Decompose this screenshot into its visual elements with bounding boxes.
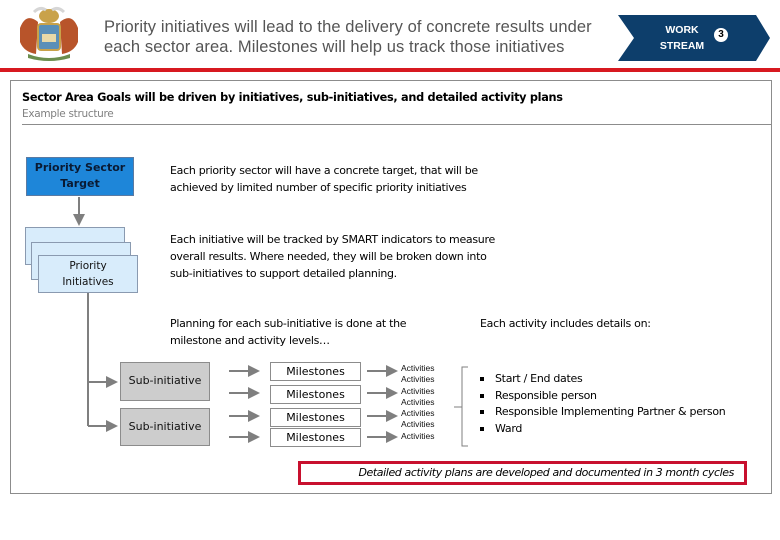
description-line: Planning for each sub-initiative is done… [170,317,407,330]
initiatives-box-line1: Priority [69,260,107,272]
target-description: Each priority sector will have a concret… [170,162,550,196]
planning-description: Planning for each sub-initiative is done… [170,315,460,349]
activity-item: Activities [401,374,435,385]
priority-initiatives-box: Priority Initiatives [38,255,138,293]
activity-detail-item: Responsible person [478,388,725,405]
activity-item: Activities [401,385,435,396]
activity-item: Activities [401,419,435,430]
initiatives-box-line2: Initiatives [62,276,114,288]
cycle-callout: Detailed activity plans are developed an… [298,461,747,485]
description-line: overall results. Where needed, they will… [170,250,487,263]
sub-initiative-box: Sub-initiative [120,408,210,446]
activity-detail-item: Ward [478,421,725,438]
activity-item: Activities [401,363,435,373]
activity-detail-item: Start / End dates [478,371,725,388]
milestone-box: Milestones [270,428,361,447]
milestone-box: Milestones [270,408,361,427]
initiative-description: Each initiative will be tracked by SMART… [170,231,550,282]
activity-item: Activities [401,396,435,407]
activity-item: Activities [401,430,435,441]
description-line: Each initiative will be tracked by SMART… [170,233,495,246]
milestone-box: Milestones [270,385,361,404]
activity-detail-item: Responsible Implementing Partner & perso… [478,404,726,421]
milestone-box: Milestones [270,362,361,381]
activity-item: Activities [401,408,435,419]
activities-list: Activities Activities Activities Activit… [401,363,435,442]
activity-details-heading: Each activity includes details on: [480,317,651,330]
target-box-line2: Target [60,177,100,190]
activities-brace [454,366,468,447]
description-line: sub-initiatives to support detailed plan… [170,267,397,280]
target-box-line1: Priority Sector [34,161,126,174]
description-line: milestone and activity levels… [170,334,330,347]
sub-initiative-box: Sub-initiative [120,362,210,401]
description-line: achieved by limited number of specific p… [170,181,467,194]
priority-sector-target-box: Priority Sector Target [26,157,134,196]
description-line: Each priority sector will have a concret… [170,164,478,177]
activity-details-list: Start / End dates Responsible person Res… [478,371,726,438]
